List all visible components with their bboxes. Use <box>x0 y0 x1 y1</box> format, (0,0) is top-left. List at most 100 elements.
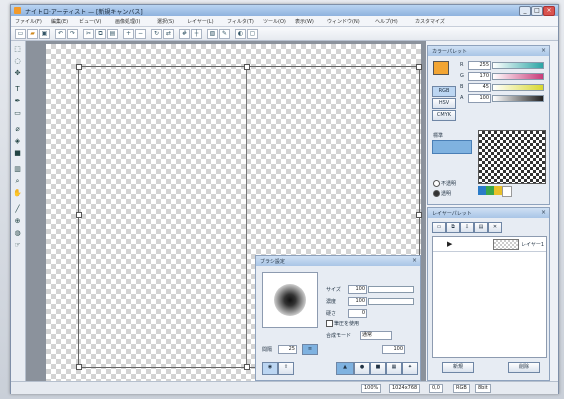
menu-item-file[interactable]: ファイル(F) <box>15 18 42 25</box>
brush-size-up-icon[interactable]: ▲ <box>336 362 354 375</box>
layer-copy-icon[interactable]: ⧉ <box>446 222 460 233</box>
layer-new-icon[interactable]: ▭ <box>432 222 446 233</box>
footer-value-field[interactable]: 100 <box>382 345 405 354</box>
zoom-level[interactable]: 100% <box>361 384 382 393</box>
gradient-tool-icon[interactable]: ▥ <box>13 165 22 174</box>
menu-item-filter[interactable]: フィルタ(T) <box>227 18 254 25</box>
title-bar[interactable]: ナイトロ·アーティスト — [新規キャンバス] _ □ × <box>11 5 558 16</box>
menu-item-layer[interactable]: レイヤー(L) <box>187 18 214 25</box>
resize-handle-bottom-left[interactable] <box>76 364 82 370</box>
opacity-field[interactable]: 100 <box>348 297 367 306</box>
eraser-tool-icon[interactable]: ▭ <box>13 109 22 118</box>
eyedropper-tool-icon[interactable]: ⌀ <box>13 125 22 134</box>
undo-icon[interactable]: ↶ <box>55 29 66 39</box>
layer-new-button[interactable]: 新規 <box>442 362 474 373</box>
color-panel-close-icon[interactable]: × <box>540 47 547 54</box>
save-icon[interactable]: ▣ <box>39 29 50 39</box>
resize-handle-bottom[interactable] <box>244 364 250 370</box>
layer-visibility-icon[interactable]: ▶ <box>447 240 452 248</box>
r-value-field[interactable]: 255 <box>468 61 491 70</box>
recent-color-white[interactable] <box>502 186 512 197</box>
brush-import-icon[interactable]: ⇪ <box>278 362 294 375</box>
resize-handle-top[interactable] <box>244 64 250 70</box>
lasso-tool-icon[interactable]: ◌ <box>13 57 22 66</box>
layer-delete-button[interactable]: 削除 <box>508 362 540 373</box>
resize-handle-top-right[interactable] <box>416 64 422 70</box>
blur-tool-icon[interactable]: ◍ <box>13 229 22 238</box>
palette-icon[interactable]: ◐ <box>235 29 246 39</box>
copy-icon[interactable]: ⧉ <box>95 29 106 39</box>
recent-color-green[interactable] <box>486 186 494 195</box>
stamp-tool-icon[interactable]: ⊕ <box>13 217 22 226</box>
mode-cmyk-button[interactable]: CMYK <box>432 110 456 121</box>
brush-round-icon[interactable]: ● <box>354 362 370 375</box>
brush-texture-icon[interactable]: ▦ <box>386 362 402 375</box>
recent-color-blue[interactable] <box>478 186 486 195</box>
paste-icon[interactable]: ▤ <box>107 29 118 39</box>
minimize-icon[interactable]: _ <box>519 6 531 16</box>
pressure-checkbox[interactable] <box>326 320 333 327</box>
resize-handle-right[interactable] <box>416 212 422 218</box>
text-tool-icon[interactable]: T <box>13 85 22 94</box>
layer-delete-icon[interactable]: ✕ <box>488 222 502 233</box>
hand-tool-icon[interactable]: ✋ <box>13 189 22 198</box>
resize-handle-top-left[interactable] <box>76 64 82 70</box>
ruler-icon[interactable]: ┼ <box>191 29 202 39</box>
bucket-tool-icon[interactable]: ◈ <box>13 137 22 146</box>
brush-icon[interactable]: ✎ <box>219 29 230 39</box>
size-field[interactable]: 100 <box>348 285 367 294</box>
color-swatch-grid[interactable] <box>478 130 546 184</box>
close-icon[interactable]: × <box>543 6 555 16</box>
zoom-in-icon[interactable]: + <box>123 29 134 39</box>
b-value-field[interactable]: 45 <box>468 83 491 92</box>
layer-merge-icon[interactable]: ⇩ <box>460 222 474 233</box>
redo-icon[interactable]: ↷ <box>67 29 78 39</box>
shape-tool-icon[interactable]: ■ <box>13 149 22 158</box>
layer-panel-titlebar[interactable]: レイヤーパレット × <box>428 208 549 218</box>
a-slider[interactable] <box>492 95 544 102</box>
brush-scatter-icon[interactable]: ✦ <box>402 362 418 375</box>
layer-row[interactable]: ▶ レイヤー1 <box>433 237 546 252</box>
brush-panel-close-icon[interactable]: × <box>411 257 418 264</box>
opacity-slider[interactable] <box>368 298 414 305</box>
layer-folder-icon[interactable]: ▤ <box>474 222 488 233</box>
menu-item-tool[interactable]: ツール(O) <box>263 18 286 25</box>
blend-mode-select[interactable]: 通常 <box>360 331 392 340</box>
cut-icon[interactable]: ✂ <box>83 29 94 39</box>
spacing-apply-icon[interactable]: ≡ <box>302 344 318 355</box>
select-tool-icon[interactable]: ⬚ <box>13 45 22 54</box>
r-slider[interactable] <box>492 62 544 69</box>
menu-item-display[interactable]: 表示(W) <box>295 18 314 25</box>
resize-handle-left[interactable] <box>76 212 82 218</box>
foreground-color-swatch[interactable] <box>433 61 449 75</box>
menu-item-help[interactable]: ヘルプ(H) <box>375 18 398 25</box>
menu-item-window[interactable]: ウィンドウ(N) <box>327 18 360 25</box>
color-panel-titlebar[interactable]: カラーパレット × <box>428 46 549 56</box>
spacing-field[interactable]: 25 <box>278 345 297 354</box>
flip-icon[interactable]: ⇄ <box>163 29 174 39</box>
layer-panel-close-icon[interactable]: × <box>540 209 547 216</box>
menu-item-customize[interactable]: カスタマイズ <box>415 18 445 25</box>
zoom-out-icon[interactable]: − <box>135 29 146 39</box>
menu-item-image[interactable]: 画像処理(I) <box>115 18 140 25</box>
menu-item-view[interactable]: ビュー(V) <box>79 18 101 25</box>
open-folder-icon[interactable]: ▰ <box>27 29 38 39</box>
grid-icon[interactable]: # <box>179 29 190 39</box>
radio-transparent[interactable] <box>433 190 440 197</box>
recent-color-yellow[interactable] <box>494 186 502 195</box>
move-tool-icon[interactable]: ✥ <box>13 69 22 78</box>
layer-icon[interactable]: ▧ <box>207 29 218 39</box>
brush-panel-titlebar[interactable]: ブラシ設定 × <box>256 256 420 266</box>
hardness-field[interactable]: 0 <box>348 309 367 318</box>
g-value-field[interactable]: 170 <box>468 72 491 81</box>
menu-item-edit[interactable]: 編集(E) <box>51 18 68 25</box>
menu-item-select[interactable]: 選択(S) <box>157 18 174 25</box>
b-slider[interactable] <box>492 84 544 91</box>
brush-square-icon[interactable]: ■ <box>370 362 386 375</box>
rotate-icon[interactable]: ↻ <box>151 29 162 39</box>
zoom-tool-icon[interactable]: ⌕ <box>13 177 22 186</box>
smudge-tool-icon[interactable]: ☞ <box>13 241 22 250</box>
window-icon[interactable]: ▢ <box>247 29 258 39</box>
brush-preset-icon[interactable]: ◉ <box>262 362 278 375</box>
radio-opaque[interactable] <box>433 180 440 187</box>
